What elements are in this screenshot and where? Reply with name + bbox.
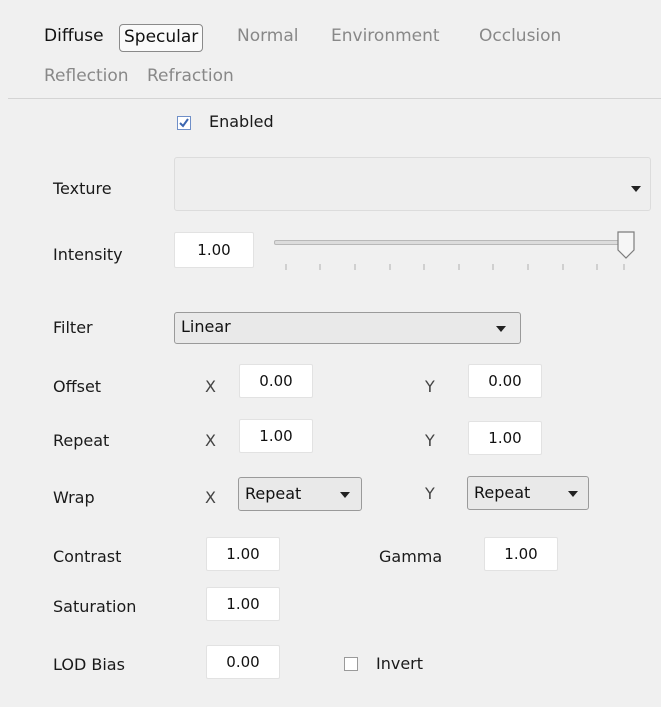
lod-bias-field[interactable]: 0.00 [206,645,280,679]
saturation-field[interactable]: 1.00 [206,587,280,621]
filter-dropdown-arrow-icon [496,326,506,332]
wrap-x-label: X [205,488,216,507]
intensity-label: Intensity [53,245,123,264]
repeat-label: Repeat [53,431,110,450]
wrap-y-value: Repeat [474,483,531,502]
enabled-label: Enabled [209,112,274,131]
repeat-x-label: X [205,431,216,450]
lod-bias-label: LOD Bias [53,655,125,674]
wrap-x-value: Repeat [245,484,302,503]
gamma-field[interactable]: 1.00 [484,537,558,571]
texture-dropdown[interactable] [174,157,651,211]
invert-checkbox[interactable] [344,657,358,671]
tab-refraction[interactable]: Refraction [147,66,234,86]
contrast-label: Contrast [53,547,122,566]
filter-value: Linear [181,317,231,336]
repeat-y-field[interactable]: 1.00 [468,421,542,455]
offset-y-field[interactable]: 0.00 [468,364,542,398]
texture-dropdown-arrow-icon [631,186,641,192]
wrap-y-label: Y [425,484,435,503]
intensity-field[interactable]: 1.00 [174,232,254,268]
repeat-y-label: Y [425,431,435,450]
tab-normal[interactable]: Normal [237,26,299,46]
gamma-label: Gamma [379,547,443,566]
saturation-label: Saturation [53,597,137,616]
wrap-label: Wrap [53,488,95,507]
filter-label: Filter [53,318,93,337]
offset-y-label: Y [425,377,435,396]
slider-ticks [285,264,625,270]
filter-dropdown[interactable]: Linear [174,312,521,344]
tab-occlusion[interactable]: Occlusion [479,26,561,46]
offset-x-field[interactable]: 0.00 [239,364,313,398]
tab-diffuse[interactable]: Diffuse [44,26,104,46]
slider-track [274,240,634,245]
tab-environment[interactable]: Environment [331,26,440,46]
texture-label: Texture [53,179,112,198]
wrap-x-arrow-icon [340,492,350,498]
slider-thumb[interactable] [617,231,635,259]
check-mark-icon [179,118,189,128]
enabled-checkbox[interactable] [177,116,191,130]
contrast-field[interactable]: 1.00 [206,537,280,571]
offset-x-label: X [205,377,216,396]
tab-specular[interactable]: Specular [119,24,204,52]
invert-label: Invert [376,654,424,673]
tab-reflection[interactable]: Reflection [44,66,129,86]
tabs-separator [8,98,661,99]
wrap-y-arrow-icon [568,491,578,497]
intensity-slider[interactable] [272,228,642,284]
repeat-x-field[interactable]: 1.00 [239,419,313,453]
offset-label: Offset [53,377,102,396]
